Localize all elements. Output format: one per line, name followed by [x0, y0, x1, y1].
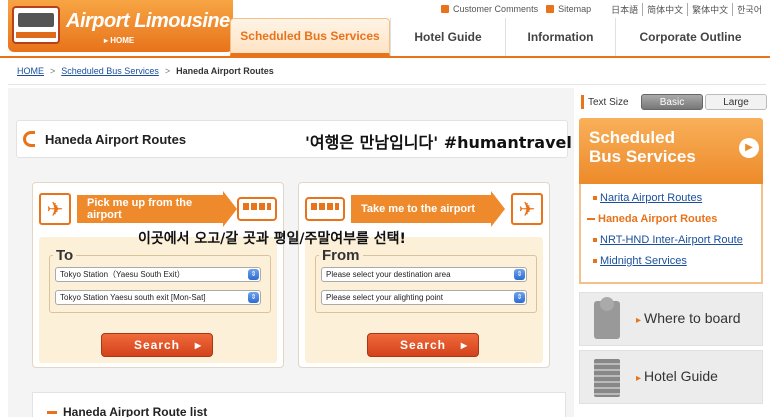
bullet-icon [587, 218, 595, 221]
pickup-destination-select[interactable]: Tokyo Station（Yaesu South Exit） ⇕ [55, 267, 261, 282]
dropoff-panel: Take me to the airport ✈ From Please sel… [298, 182, 550, 368]
lang-korean[interactable]: 한국어 [732, 2, 762, 16]
tab-corporate-outline[interactable]: Corporate Outline [615, 18, 765, 56]
select-arrow-icon: ⇕ [248, 292, 259, 303]
pickup-panel: ✈ Pick me up from the airport To Tokyo S… [32, 182, 284, 368]
select-arrow-icon: ⇕ [514, 269, 525, 280]
sidebar-item-midnight[interactable]: Midnight Services [593, 255, 687, 267]
dropoff-banner: Take me to the airport ✈ [305, 191, 545, 227]
sidebar: Text Size Basic Large Scheduled Bus Serv… [577, 88, 767, 417]
from-label: From [319, 247, 363, 264]
page-title-bar: Haneda Airport Routes '여행은 만남입니다' #human… [16, 120, 572, 158]
hotel-guide-label: ▸ Hotel Guide [636, 368, 718, 384]
breadcrumb-home[interactable]: HOME [17, 66, 44, 76]
main-nav: Scheduled Bus Services Hotel Guide Infor… [230, 18, 765, 56]
pickup-banner: ✈ Pick me up from the airport [39, 191, 279, 227]
play-arrow-icon: ▶ [460, 341, 468, 350]
sidebar-item-inter-airport[interactable]: NRT-HND Inter-Airport Route [593, 234, 743, 246]
text-size-basic-button[interactable]: Basic [641, 94, 703, 110]
to-label: To [53, 247, 77, 264]
lang-japanese[interactable]: 日本語 [607, 3, 638, 16]
dropoff-search-button[interactable]: Search ▶ [367, 333, 479, 357]
play-arrow-icon: ▶ [194, 341, 202, 350]
home-logo[interactable]: Airport Limousine ▸ HOME [8, 0, 233, 52]
pickup-stop-select[interactable]: Tokyo Station Yaesu south exit [Mon-Sat]… [55, 290, 261, 305]
utility-links: Customer Comments Sitemap 日本語 简体中文 繁体中文 … [433, 2, 762, 16]
bus-logo-icon [12, 6, 60, 44]
logo-text: Airport Limousine [66, 10, 230, 32]
overlay-caption-top: '여행은 만남입니다' #humantravel [305, 133, 572, 152]
main-content: Haneda Airport Routes '여행은 만남입니다' #human… [8, 88, 574, 417]
text-size-control: Text Size Basic Large [581, 94, 767, 110]
hotel-icon [594, 359, 620, 397]
logo-home-label: ▸ HOME [104, 36, 135, 45]
tab-scheduled-bus-services[interactable]: Scheduled Bus Services [230, 18, 390, 56]
arrow-right-icon: ▶ [739, 138, 759, 158]
breadcrumb-separator: > [164, 66, 171, 76]
header-divider [0, 56, 770, 58]
where-to-board-link[interactable]: ▸ Where to board [579, 292, 763, 346]
sitemap-icon [546, 5, 555, 13]
breadcrumb-current: Haneda Airport Routes [176, 66, 274, 76]
comment-icon [441, 5, 450, 13]
scheduled-bus-section-header[interactable]: Scheduled Bus Services ▶ [579, 118, 763, 184]
page-title: Haneda Airport Routes [45, 132, 187, 147]
select-arrow-icon: ⇕ [514, 292, 525, 303]
bus-stop-icon [594, 297, 620, 339]
breadcrumb-divider [8, 84, 766, 85]
title-mark-icon [23, 131, 35, 147]
breadcrumb-separator: > [50, 66, 56, 76]
customer-comments-link[interactable]: Customer Comments [441, 4, 538, 14]
dropoff-point-select[interactable]: Please select your alighting point ⇕ [321, 290, 527, 305]
text-size-large-button[interactable]: Large [705, 94, 767, 110]
select-arrow-icon: ⇕ [248, 269, 259, 280]
bus-icon [305, 197, 345, 221]
language-switcher: 日本語 简体中文 繁体中文 한국어 [603, 2, 762, 16]
pickup-banner-label: Pick me up from the airport [77, 191, 237, 227]
bullet-icon [593, 259, 597, 264]
text-size-mark [581, 95, 584, 109]
sidebar-item-haneda[interactable]: Haneda Airport Routes [587, 213, 717, 225]
overlay-caption-middle: 이곳에서 오고/갈 곳과 평일/주말여부를 선택! [138, 231, 406, 247]
where-to-board-label: ▸ Where to board [636, 310, 741, 326]
tab-information[interactable]: Information [505, 18, 615, 56]
site-header: Airport Limousine ▸ HOME Customer Commen… [0, 0, 770, 58]
bus-icon [237, 197, 277, 221]
pickup-search-button[interactable]: Search ▶ [101, 333, 213, 357]
bullet-icon [593, 238, 597, 243]
airplane-icon: ✈ [511, 193, 543, 225]
dropoff-banner-label: Take me to the airport [351, 191, 505, 227]
route-list-title: Haneda Airport Route list [63, 405, 208, 417]
route-list-panel: Haneda Airport Route list [32, 392, 566, 417]
pickup-select-area: To Tokyo Station（Yaesu South Exit） ⇕ Tok… [39, 237, 277, 363]
list-mark-icon [47, 411, 57, 414]
airplane-icon: ✈ [39, 193, 71, 225]
breadcrumb: HOME > Scheduled Bus Services > Haneda A… [17, 66, 274, 76]
hotel-guide-link[interactable]: ▸ Hotel Guide [579, 350, 763, 404]
breadcrumb-scheduled-bus[interactable]: Scheduled Bus Services [61, 66, 159, 76]
dropoff-area-select[interactable]: Please select your destination area ⇕ [321, 267, 527, 282]
dropoff-select-area: From Please select your destination area… [305, 237, 543, 363]
tab-hotel-guide[interactable]: Hotel Guide [390, 18, 505, 56]
section-title: Scheduled Bus Services [589, 128, 696, 166]
bullet-icon [593, 196, 597, 201]
text-size-label: Text Size [588, 96, 629, 108]
lang-simplified-chinese[interactable]: 简体中文 [642, 2, 683, 16]
sitemap-link[interactable]: Sitemap [546, 4, 591, 14]
lang-traditional-chinese[interactable]: 繁体中文 [687, 2, 728, 16]
sidebar-item-narita[interactable]: Narita Airport Routes [593, 192, 702, 204]
sidebar-route-list: Narita Airport Routes Haneda Airport Rou… [579, 184, 763, 284]
